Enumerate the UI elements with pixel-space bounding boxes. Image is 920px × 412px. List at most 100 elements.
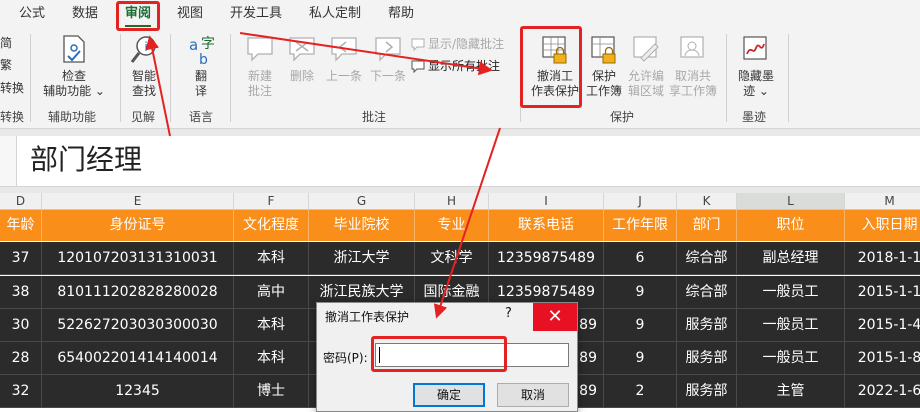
table-header-cell[interactable]: 年龄	[0, 210, 42, 241]
group-label-insights: 见解	[131, 110, 156, 124]
stub-simplified[interactable]: 简	[0, 36, 12, 50]
table-cell[interactable]: 2015-1-1	[845, 276, 920, 309]
dialog-close-button[interactable]: ✕	[533, 303, 577, 331]
tab-help[interactable]: 帮助	[388, 4, 414, 24]
column-header-d[interactable]: D	[0, 193, 42, 210]
table-cell[interactable]: 2	[604, 375, 677, 408]
column-header-j[interactable]: J	[604, 193, 677, 210]
accessibility-check-icon	[63, 35, 85, 63]
table-header-cell[interactable]: 身份证号	[42, 210, 234, 241]
column-header-i[interactable]: I	[489, 193, 604, 210]
previous-comment-icon	[331, 37, 357, 62]
table-cell[interactable]: 副总经理	[737, 242, 845, 275]
table-cell[interactable]: 9	[604, 276, 677, 309]
table-cell[interactable]: 9	[604, 342, 677, 375]
table-cell[interactable]: 6	[604, 242, 677, 275]
table-cell[interactable]: 9	[604, 309, 677, 342]
column-header-k[interactable]: K	[677, 193, 737, 210]
unshare-workbook-button[interactable]: 取消共 享工作簿	[668, 34, 718, 99]
column-header-m[interactable]: M	[845, 193, 920, 210]
group-label-protect: 保护	[610, 110, 635, 124]
column-header-e[interactable]: E	[42, 193, 234, 210]
table-header-cell[interactable]: 工作年限	[604, 210, 677, 241]
unprotect-sheet-label: 撤消工 作表保护	[530, 69, 579, 98]
table-cell[interactable]: 37	[0, 242, 42, 275]
show-hide-comment-button[interactable]: 显示/隐藏批注	[411, 36, 504, 52]
table-cell[interactable]: 服务部	[677, 309, 737, 342]
stub-traditional[interactable]: 繁	[0, 58, 12, 72]
next-comment-button[interactable]: 下一条	[366, 34, 410, 84]
table-header-cell[interactable]: 部门	[677, 210, 737, 241]
hide-ink-button[interactable]: 隐藏墨 迹 ⌄	[732, 34, 780, 99]
column-header-f[interactable]: F	[234, 193, 309, 210]
tab-developer[interactable]: 开发工具	[230, 4, 282, 24]
table-header-cell[interactable]: 文化程度	[234, 210, 309, 241]
table-cell[interactable]: 32	[0, 375, 42, 408]
stub-convert[interactable]: 转换	[0, 81, 24, 95]
table-cell[interactable]: 综合部	[677, 242, 737, 275]
table-cell[interactable]: 30	[0, 309, 42, 342]
new-comment-button[interactable]: 新建 批注	[238, 34, 282, 99]
table-cell[interactable]: 12345	[42, 375, 234, 408]
table-cell[interactable]: 2018-1-1	[845, 242, 920, 275]
table-cell[interactable]: 高中	[234, 276, 309, 309]
table-cell[interactable]: 博士	[234, 375, 309, 408]
table-cell[interactable]: 服务部	[677, 375, 737, 408]
tab-data[interactable]: 数据	[72, 4, 98, 24]
table-cell[interactable]: 一般员工	[737, 342, 845, 375]
table-cell[interactable]: 28	[0, 342, 42, 375]
protect-workbook-button[interactable]: 保护 工作簿	[584, 34, 624, 99]
group-label-accessibility: 辅助功能	[48, 110, 97, 124]
table-cell[interactable]: 本科	[234, 309, 309, 342]
table-cell[interactable]: 2022-1-6	[845, 375, 920, 408]
group-label-language: 语言	[189, 110, 214, 124]
table-cell[interactable]: 文科学	[415, 242, 489, 275]
dialog-help-button[interactable]: ?	[505, 306, 512, 321]
table-header-cell[interactable]: 毕业院校	[309, 210, 415, 241]
table-cell[interactable]: 120107203131310031	[42, 242, 234, 275]
show-all-comments-button[interactable]: 显示所有批注	[411, 58, 500, 74]
password-input[interactable]	[375, 343, 569, 367]
workbook-lock-icon	[591, 36, 616, 64]
table-cell[interactable]: 一般员工	[737, 309, 845, 342]
unprotect-sheet-dialog: 撤消工作表保护 ? ✕ 密码(P): 确定 取消	[316, 302, 578, 412]
cancel-button[interactable]: 取消	[497, 383, 569, 407]
table-cell[interactable]: 654002201414140014	[42, 342, 234, 375]
table-header-cell[interactable]: 专业	[415, 210, 489, 241]
allow-edit-ranges-button[interactable]: 允许编 辑区域	[624, 34, 668, 99]
ok-button[interactable]: 确定	[413, 383, 485, 407]
tab-custom[interactable]: 私人定制	[309, 4, 361, 24]
table-cell[interactable]: 服务部	[677, 342, 737, 375]
translate-button[interactable]: a 字 b 翻 译	[180, 34, 222, 99]
column-header-h[interactable]: H	[415, 193, 489, 210]
column-header-l[interactable]: L	[737, 193, 845, 210]
tab-view[interactable]: 视图	[177, 4, 203, 24]
table-header-cell[interactable]: 入职日期	[845, 210, 920, 241]
separator	[230, 34, 231, 122]
table-cell[interactable]: 12359875489	[489, 242, 604, 275]
tab-review[interactable]: 审阅	[125, 4, 152, 27]
table-cell[interactable]: 本科	[234, 242, 309, 275]
separator	[520, 34, 521, 122]
formula-bar-value[interactable]: 部门经理	[30, 140, 142, 180]
table-cell[interactable]: 主管	[737, 375, 845, 408]
table-cell[interactable]: 38	[0, 276, 42, 309]
table-header-cell[interactable]: 职位	[737, 210, 845, 241]
table-cell[interactable]: 810111202828280028	[42, 276, 234, 309]
separator	[788, 34, 789, 122]
tab-formulas[interactable]: 公式	[19, 4, 45, 24]
previous-comment-button[interactable]: 上一条	[322, 34, 366, 84]
table-cell[interactable]: 浙江大学	[309, 242, 415, 275]
check-accessibility-button[interactable]: 检查 辅助功能 ⌄	[40, 34, 108, 99]
smart-lookup-button[interactable]: i 智能 查找	[124, 34, 164, 99]
column-header-g[interactable]: G	[309, 193, 415, 210]
unprotect-sheet-button[interactable]: 撤消工 作表保护	[528, 34, 582, 99]
table-cell[interactable]: 一般员工	[737, 276, 845, 309]
table-cell[interactable]: 2015-1-4	[845, 309, 920, 342]
delete-comment-button[interactable]: 删除	[284, 34, 320, 84]
table-cell[interactable]: 522627203030300030	[42, 309, 234, 342]
table-cell[interactable]: 综合部	[677, 276, 737, 309]
table-cell[interactable]: 本科	[234, 342, 309, 375]
table-header-cell[interactable]: 联系电话	[489, 210, 604, 241]
table-cell[interactable]: 2015-1-8	[845, 342, 920, 375]
